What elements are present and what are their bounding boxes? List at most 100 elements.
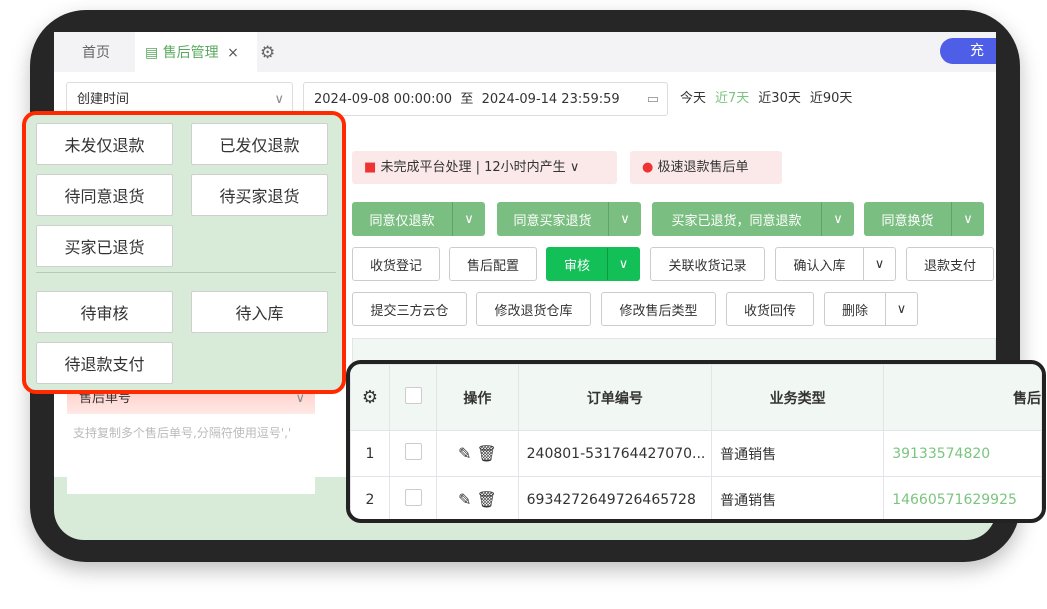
chevron-down-icon[interactable]: ∨ [951,202,984,236]
button-label: 买家已退货，同意退款 [671,213,802,229]
chevron-down-icon[interactable]: ∨ [885,293,917,325]
table-row: 1 ✎ 🗑 240801-531764427070... 普通销售 391335… [350,430,1042,477]
table-header-row: ⚙ 操作 订单编号 业务类型 售后 [350,364,1042,431]
button-label: 同意仅退款 [369,213,435,229]
audit-button[interactable]: 审核 ∨ [546,247,640,281]
fast-refund-filter[interactable]: ● 极速退款售后单 [630,151,782,184]
aftersale-no-link[interactable]: 39133574820 [883,430,1042,477]
filter-shipped-refund[interactable]: 已发仅退款 [191,123,328,165]
chevron-down-icon[interactable]: ∨ [863,248,895,280]
change-type-button[interactable]: 修改售后类型 [601,292,716,326]
biz-type: 普通销售 [711,430,885,477]
divider [36,272,336,273]
row-checkbox[interactable] [388,476,438,519]
chevron-down-icon[interactable]: ∨ [452,202,485,236]
order-no: 240801-531764427070... [517,430,713,477]
alarm-icon: ■ [364,160,377,175]
start-date: 2024-09-08 00:00:00 [314,92,453,107]
biz-type: 普通销售 [711,476,885,519]
quick-today[interactable]: 今天 [680,82,706,116]
close-icon[interactable]: × [227,45,239,61]
quick-7d[interactable]: 近7天 [715,82,749,116]
filter-buyer-returned[interactable]: 买家已退货 [36,225,173,267]
filter-pending-refund-pay[interactable]: 待退款支付 [36,342,173,384]
aftersale-no-link[interactable]: 14660571629925 [883,476,1042,519]
order-no-textarea[interactable]: 支持复制多个售后单号,分隔符使用逗号',' [67,414,315,452]
date-range-input[interactable]: 2024-09-08 00:00:00 至 2024-09-14 23:59:5… [303,82,668,116]
pill-separator: | [475,160,480,175]
row-index: 1 [350,430,390,477]
range-label: 12小时内产生 [484,160,566,175]
tab-label: 售后管理 [162,45,219,61]
gear-icon[interactable]: ⚙ [260,32,275,72]
tab-home[interactable]: 首页 [82,32,110,72]
config-button[interactable]: 售后配置 [449,247,537,281]
submit-cloud-button[interactable]: 提交三方云仓 [352,292,467,326]
button-label: 修改退货仓库 [494,303,573,319]
receive-register-button[interactable]: 收货登记 [352,247,440,281]
col-aftersale-no: 售后 [883,364,1042,431]
filter-awaiting-buyer[interactable]: 待买家退货 [191,174,328,216]
unfinished-filter[interactable]: ■ 未完成平台处理 | 12小时内产生 ∨ [352,151,617,184]
refund-pay-button[interactable]: 退款支付 [906,247,994,281]
time-type-value: 创建时间 [77,92,130,107]
receive-back-button[interactable]: 收货回传 [726,292,814,326]
trash-icon[interactable]: 🗑 [477,444,497,463]
confirm-stock-button[interactable]: 确认入库 ∨ [775,247,896,281]
order-table: ⚙ 操作 订单编号 业务类型 售后 1 ✎ 🗑 240801-531764427… [350,364,1042,519]
agree-exchange-button[interactable]: 同意换货 ∨ [864,202,984,236]
quick-filter-panel: 未发仅退款 已发仅退款 待同意退货 待买家退货 买家已退货 待审核 待入库 待退… [22,111,346,394]
change-warehouse-button[interactable]: 修改退货仓库 [476,292,591,326]
filter-pending-stock[interactable]: 待入库 [191,291,328,333]
button-label: 售后配置 [466,258,519,274]
col-action: 操作 [436,364,519,431]
button-label: 删除 [841,303,868,319]
edit-icon[interactable]: ✎ [458,444,471,463]
quick-date-links: 今天 近7天 近30天 近90天 [680,82,852,116]
returned-agree-refund-button[interactable]: 买家已退货，同意退款 ∨ [652,202,854,236]
range-separator: 至 [460,92,474,107]
row-checkbox[interactable] [388,430,438,477]
col-biz-type: 业务类型 [711,364,885,431]
agree-refund-button[interactable]: 同意仅退款 ∨ [352,202,485,236]
button-label: 提交三方云仓 [370,303,449,319]
chevron-down-icon[interactable]: ∨ [821,202,854,236]
button-label: 收货回传 [743,303,796,319]
gear-icon[interactable]: ⚙ [350,364,390,431]
row-index: 2 [350,476,390,519]
tab-aftersale[interactable]: ▤ 售后管理 × [135,32,257,72]
col-order-no: 订单编号 [517,364,713,431]
end-date: 2024-09-14 23:59:59 [481,92,620,107]
quick-30d[interactable]: 近30天 [758,82,801,116]
button-label: 审核 [563,258,590,274]
recharge-button[interactable]: 充 [940,38,996,64]
chevron-down-icon[interactable]: ∨ [608,202,641,236]
select-all-checkbox[interactable] [388,364,438,431]
clipboard-icon: ▤ [145,45,159,61]
order-no: 6934272649726465728 [517,476,713,519]
delete-button[interactable]: 删除 ∨ [824,292,918,326]
edit-icon[interactable]: ✎ [458,490,471,509]
button-label: 同意买家退货 [513,213,592,229]
calendar-icon: ▭ [646,92,659,107]
filter-pending-audit[interactable]: 待审核 [36,291,173,333]
button-label: 关联收货记录 [668,258,747,274]
filter-unshipped-refund[interactable]: 未发仅退款 [36,123,173,165]
trash-icon[interactable]: 🗑 [477,490,497,509]
button-label: 收货登记 [369,258,422,274]
button-label: 修改售后类型 [619,303,698,319]
filter-pending-return[interactable]: 待同意退货 [36,174,173,216]
link-records-button[interactable]: 关联收货记录 [650,247,765,281]
yuan-icon: ● [642,160,654,175]
quick-90d[interactable]: 近90天 [810,82,853,116]
tab-bar: 首页 ▤ 售后管理 × ⚙ 充 [54,32,996,72]
search-box: 售后单号 ∨ 支持复制多个售后单号,分隔符使用逗号',' [67,384,315,494]
chevron-down-icon: ∨ [569,160,580,175]
button-label: 确认入库 [793,258,846,274]
chevron-down-icon[interactable]: ∨ [607,248,639,280]
order-table-card: ⚙ 操作 订单编号 业务类型 售后 1 ✎ 🗑 240801-531764427… [346,360,1046,523]
agree-return-button[interactable]: 同意买家退货 ∨ [497,202,641,236]
row-actions: ✎ 🗑 [436,476,519,519]
fast-refund-label: 极速退款售后单 [657,160,749,175]
table-row: 2 ✎ 🗑 6934272649726465728 普通销售 146605716… [350,476,1042,519]
